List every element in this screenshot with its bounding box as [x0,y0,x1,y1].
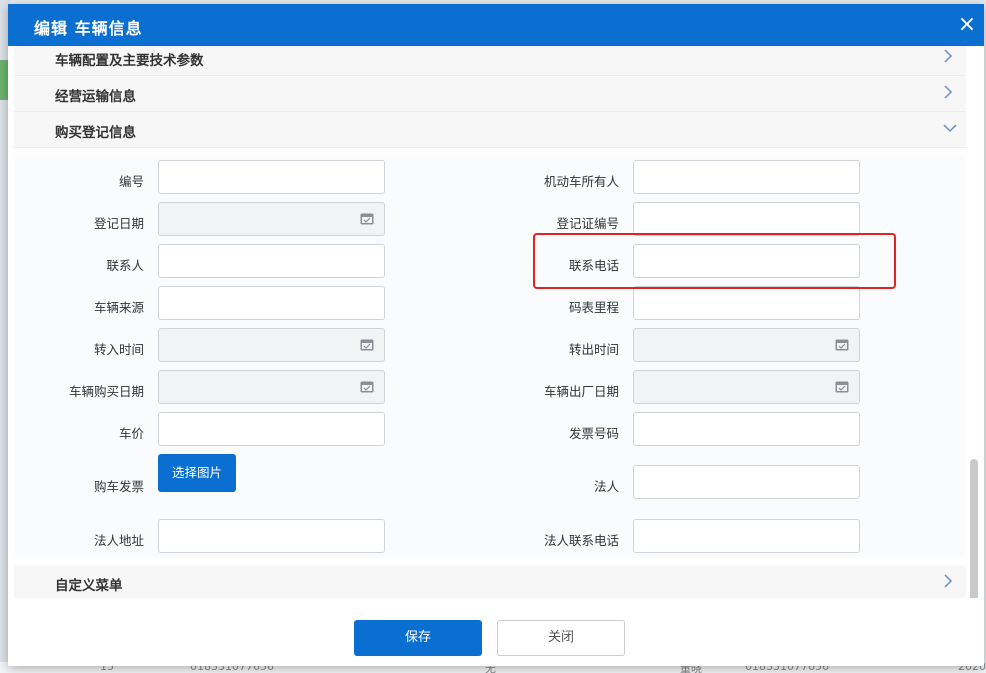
transfer-out-time-input[interactable] [633,328,860,362]
manufacture-date-input[interactable] [633,370,860,404]
section-vehicle-config[interactable]: 车辆配置及主要技术参数 [14,46,966,76]
field-label-invoice-no: 发票号码 [568,426,619,441]
section-purchase-registration[interactable]: 购买登记信息 [14,112,966,148]
field-label-legal-phone: 法人联系电话 [543,533,619,548]
section-custom-menu[interactable]: 自定义菜单 [14,565,966,598]
calendar-icon[interactable] [835,338,849,351]
dialog-footer: 保存 关闭 [8,598,984,666]
legal-person-input[interactable] [633,465,860,499]
field-label-number: 编号 [118,174,144,189]
field-label-register-date: 登记日期 [93,216,144,231]
close-icon[interactable]: × [954,12,980,38]
purchase-date-input[interactable] [158,370,385,404]
field-label-purchase-date: 车辆购买日期 [68,384,144,399]
field-label-legal-address: 法人地址 [93,533,144,548]
number-input[interactable] [158,160,385,194]
vehicle-source-input[interactable] [158,286,385,320]
highlight-annotation [533,233,896,289]
register-date-input[interactable] [158,202,385,236]
background-green-tab [0,60,8,100]
chevron-right-icon [942,84,956,102]
select-image-button[interactable]: 选择图片 [158,454,236,492]
legal-address-input[interactable] [158,519,385,553]
field-label-vehicle-owner: 机动车所有人 [543,174,619,189]
section-label: 经营运输信息 [55,89,136,105]
field-label-register-cert-no: 登记证编号 [556,216,619,231]
field-label-vehicle-source: 车辆来源 [93,300,144,315]
section-label: 购买登记信息 [55,125,136,141]
field-label-odometer: 码表里程 [568,300,619,315]
invoice-no-input[interactable] [633,412,860,446]
section-label: 车辆配置及主要技术参数 [55,53,204,69]
field-label-transfer-in-time: 转入时间 [93,342,144,357]
chevron-right-icon [942,48,956,66]
chevron-down-icon [942,120,957,138]
dialog-titlebar: 编辑 车辆信息 × [8,4,984,46]
calendar-icon[interactable] [360,212,374,225]
save-button[interactable]: 保存 [354,620,482,656]
dialog-body: 车辆配置及主要技术参数 经营运输信息 购买登记信息 编号 机动车所有人 登记日期… [8,46,984,598]
register-cert-no-input[interactable] [633,202,860,236]
contact-input[interactable] [158,244,385,278]
price-input[interactable] [158,412,385,446]
section-operation-info[interactable]: 经营运输信息 [14,76,966,112]
field-label-transfer-out-time: 转出时间 [568,342,619,357]
field-label-contact: 联系人 [106,258,144,273]
calendar-icon[interactable] [360,380,374,393]
transfer-in-time-input[interactable] [158,328,385,362]
field-label-manufacture-date: 车辆出厂日期 [543,384,619,399]
calendar-icon[interactable] [835,380,849,393]
legal-phone-input[interactable] [633,519,860,553]
field-label-purchase-invoice: 购车发票 [93,479,144,494]
close-button[interactable]: 关闭 [497,620,625,656]
field-label-price: 车价 [118,426,144,441]
purchase-registration-form: 编号 机动车所有人 登记日期 登记证编号 联系人 联系电话 车辆来源 码表里程 … [14,154,966,558]
edit-vehicle-dialog: 编辑 车辆信息 × 车辆配置及主要技术参数 经营运输信息 购买登记信息 编号 机… [8,4,984,666]
field-label-legal-person: 法人 [593,479,619,494]
section-label: 自定义菜单 [55,578,123,594]
calendar-icon[interactable] [360,338,374,351]
scrollbar-thumb[interactable] [970,459,978,607]
vehicle-owner-input[interactable] [633,160,860,194]
dialog-title: 编辑 车辆信息 [34,19,143,38]
chevron-right-icon [942,573,956,591]
odometer-input[interactable] [633,286,860,320]
